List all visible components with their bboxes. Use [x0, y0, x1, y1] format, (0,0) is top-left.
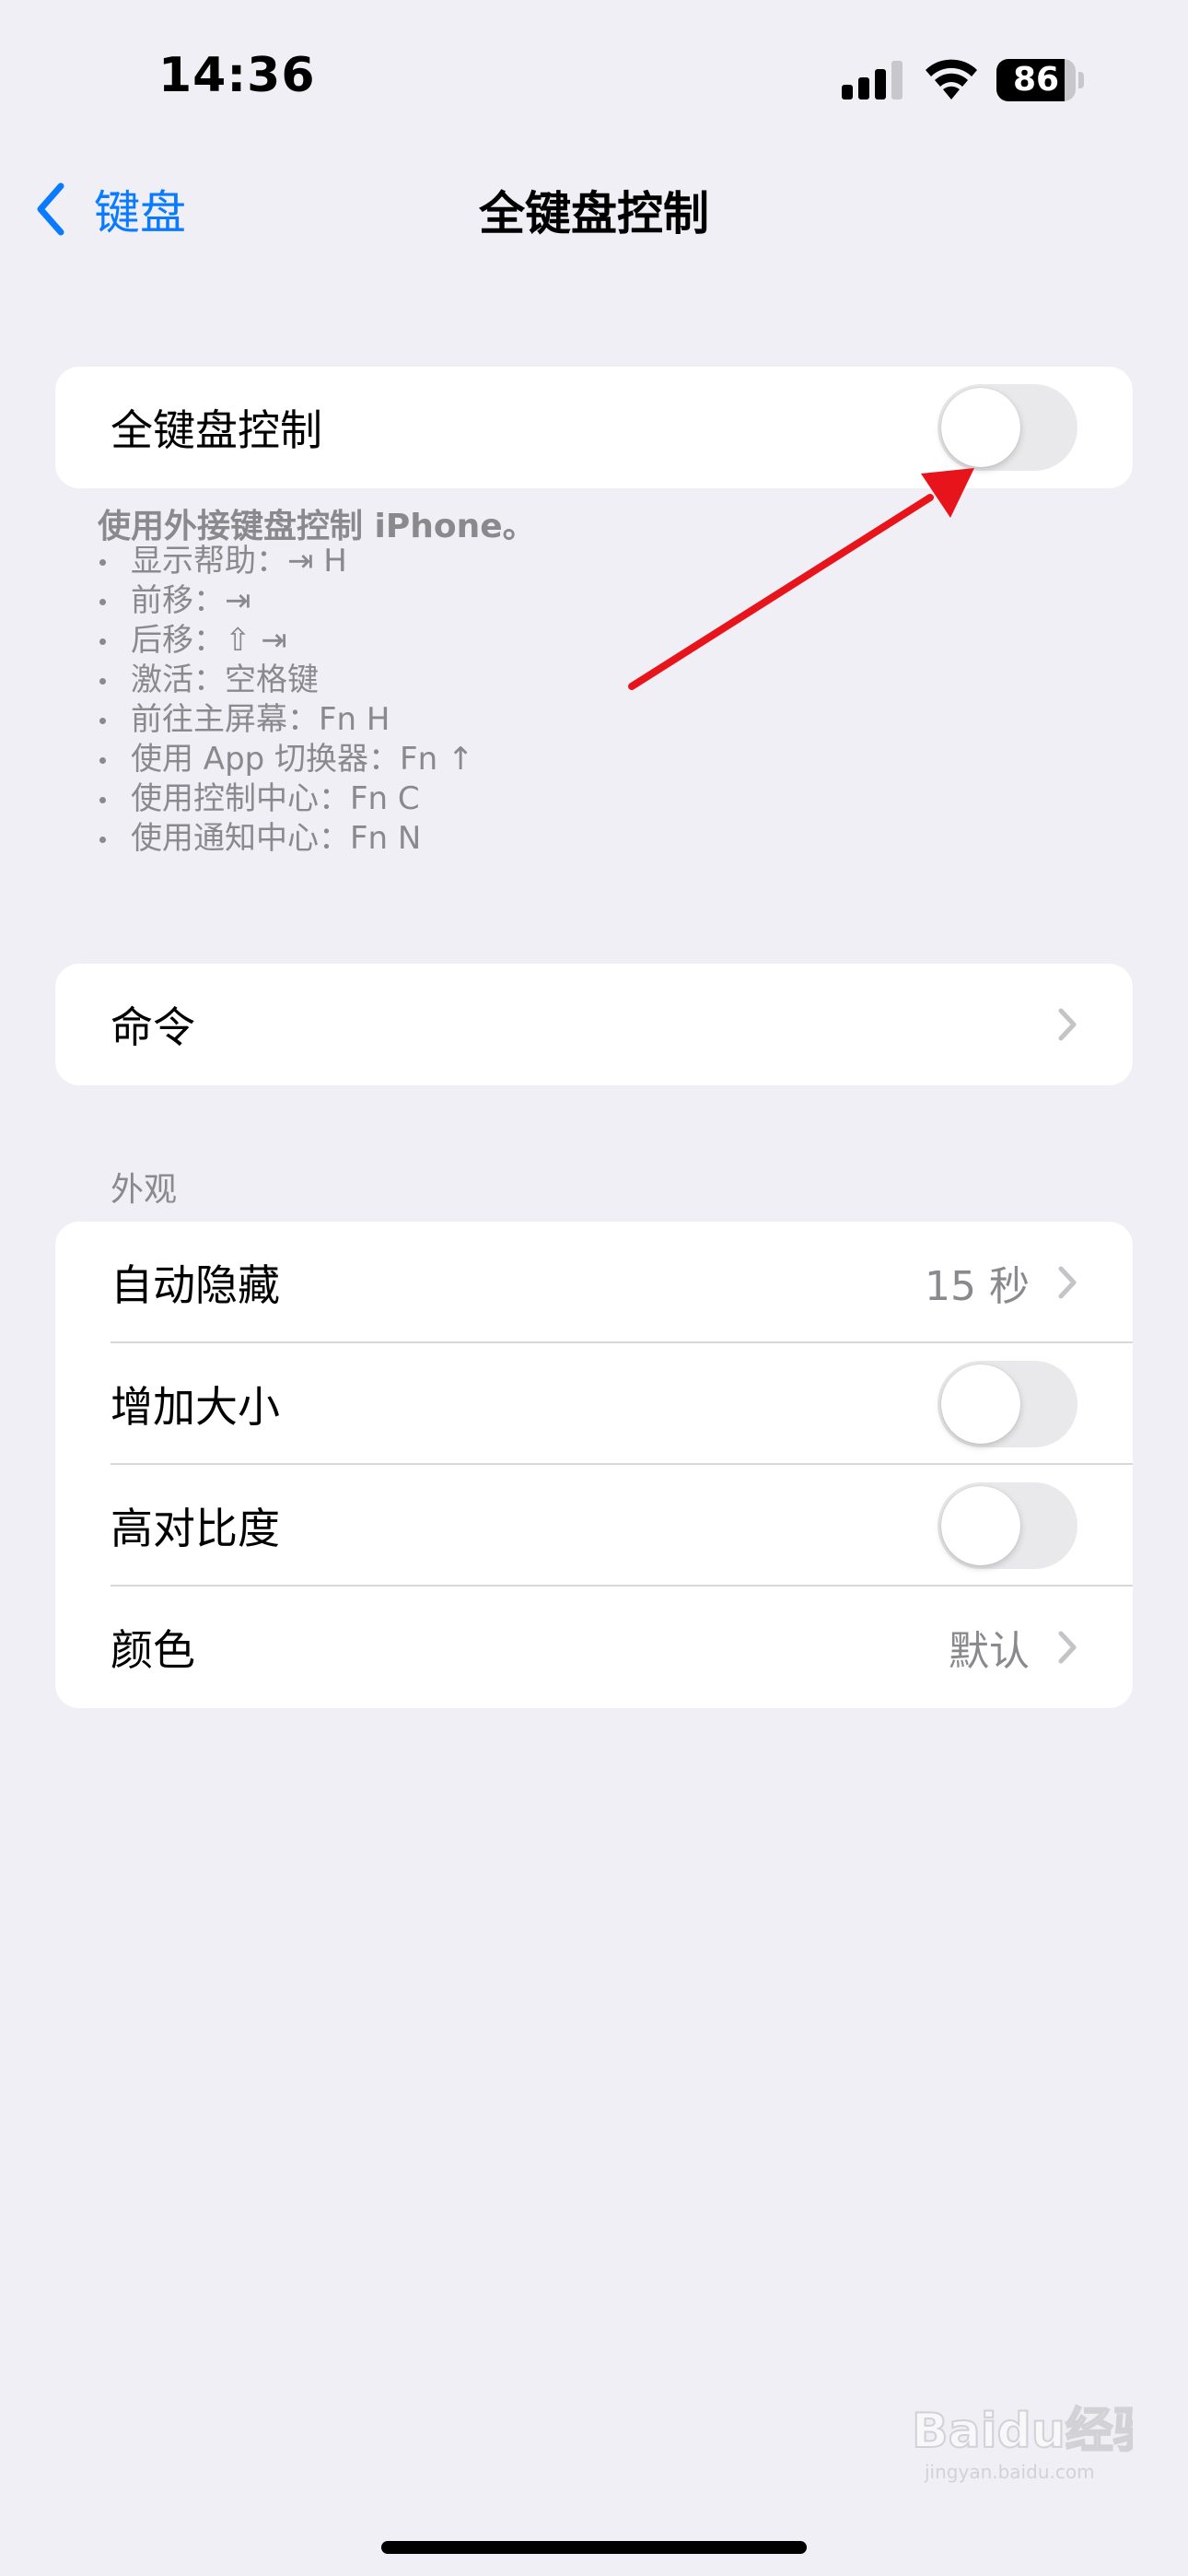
- chevron-right-icon: [1058, 1008, 1077, 1041]
- high-contrast-switch[interactable]: [938, 1482, 1077, 1569]
- commands-label: 命令: [111, 1002, 195, 1052]
- baidu-watermark-logo: Baidu经验 jingyan.baidu.com: [912, 2403, 1133, 2483]
- full-keyboard-access-label: 全键盘控制: [111, 405, 322, 455]
- high-contrast-row: 高对比度: [55, 1465, 1133, 1587]
- help-title: 使用外接键盘控制 iPhone。: [98, 508, 536, 545]
- help-item-app-switcher: 使用 App 切换器：Fn ↑: [98, 740, 473, 779]
- color-row[interactable]: 颜色 默认: [55, 1587, 1133, 1708]
- color-value: 默认: [949, 1628, 1030, 1675]
- battery-cap: [1078, 72, 1084, 88]
- commands-group: 命令: [55, 964, 1133, 1085]
- help-item-move-backward: 后移：⇧ ⇥: [98, 621, 473, 661]
- page-title: 全键盘控制: [479, 187, 709, 240]
- full-keyboard-access-switch[interactable]: [938, 384, 1077, 471]
- help-item-move-forward: 前移：⇥: [98, 581, 473, 621]
- switch-knob: [941, 1486, 1020, 1565]
- chevron-right-icon: [1058, 1631, 1077, 1664]
- chevron-right-icon: [1058, 1266, 1077, 1299]
- full-keyboard-access-group: 全键盘控制: [55, 367, 1133, 488]
- switch-knob: [941, 388, 1020, 467]
- help-item-notification-center: 使用通知中心：Fn N: [98, 819, 473, 859]
- commands-row[interactable]: 命令: [55, 964, 1133, 1085]
- watermark-subtext: jingyan.baidu.com: [924, 2461, 1095, 2483]
- auto-hide-value: 15 秒: [925, 1263, 1030, 1310]
- increase-size-label: 增加大小: [111, 1382, 280, 1432]
- increase-size-row: 增加大小: [55, 1343, 1133, 1465]
- battery-percentage: 86: [1012, 61, 1060, 99]
- home-indicator: [381, 2541, 807, 2554]
- status-time: 14:36: [158, 48, 316, 103]
- full-keyboard-access-row: 全键盘控制: [55, 367, 1133, 488]
- wifi-icon: [926, 59, 977, 100]
- help-item-control-center: 使用控制中心：Fn C: [98, 779, 473, 819]
- auto-hide-label: 自动隐藏: [111, 1260, 280, 1310]
- battery-icon: 86: [996, 59, 1085, 101]
- help-item-activate: 激活：空格键: [98, 661, 473, 700]
- appearance-section-header: 外观: [111, 1171, 178, 1209]
- color-label: 颜色: [111, 1625, 195, 1675]
- high-contrast-label: 高对比度: [111, 1504, 280, 1553]
- help-item-home-screen: 前往主屏幕：Fn H: [98, 700, 473, 740]
- appearance-group: 自动隐藏 15 秒 增加大小 高对比度 颜色 默认: [55, 1222, 1133, 1708]
- watermark-text: Baidu经验: [912, 2404, 1133, 2459]
- cellular-signal-icon: [842, 61, 903, 100]
- increase-size-switch[interactable]: [938, 1361, 1077, 1447]
- shortcut-help-list: 显示帮助：⇥ H 前移：⇥ 后移：⇧ ⇥ 激活：空格键 前往主屏幕：Fn H 使…: [98, 542, 473, 859]
- switch-knob: [941, 1364, 1020, 1444]
- help-item-show-help: 显示帮助：⇥ H: [98, 542, 473, 581]
- auto-hide-row[interactable]: 自动隐藏 15 秒: [55, 1222, 1133, 1343]
